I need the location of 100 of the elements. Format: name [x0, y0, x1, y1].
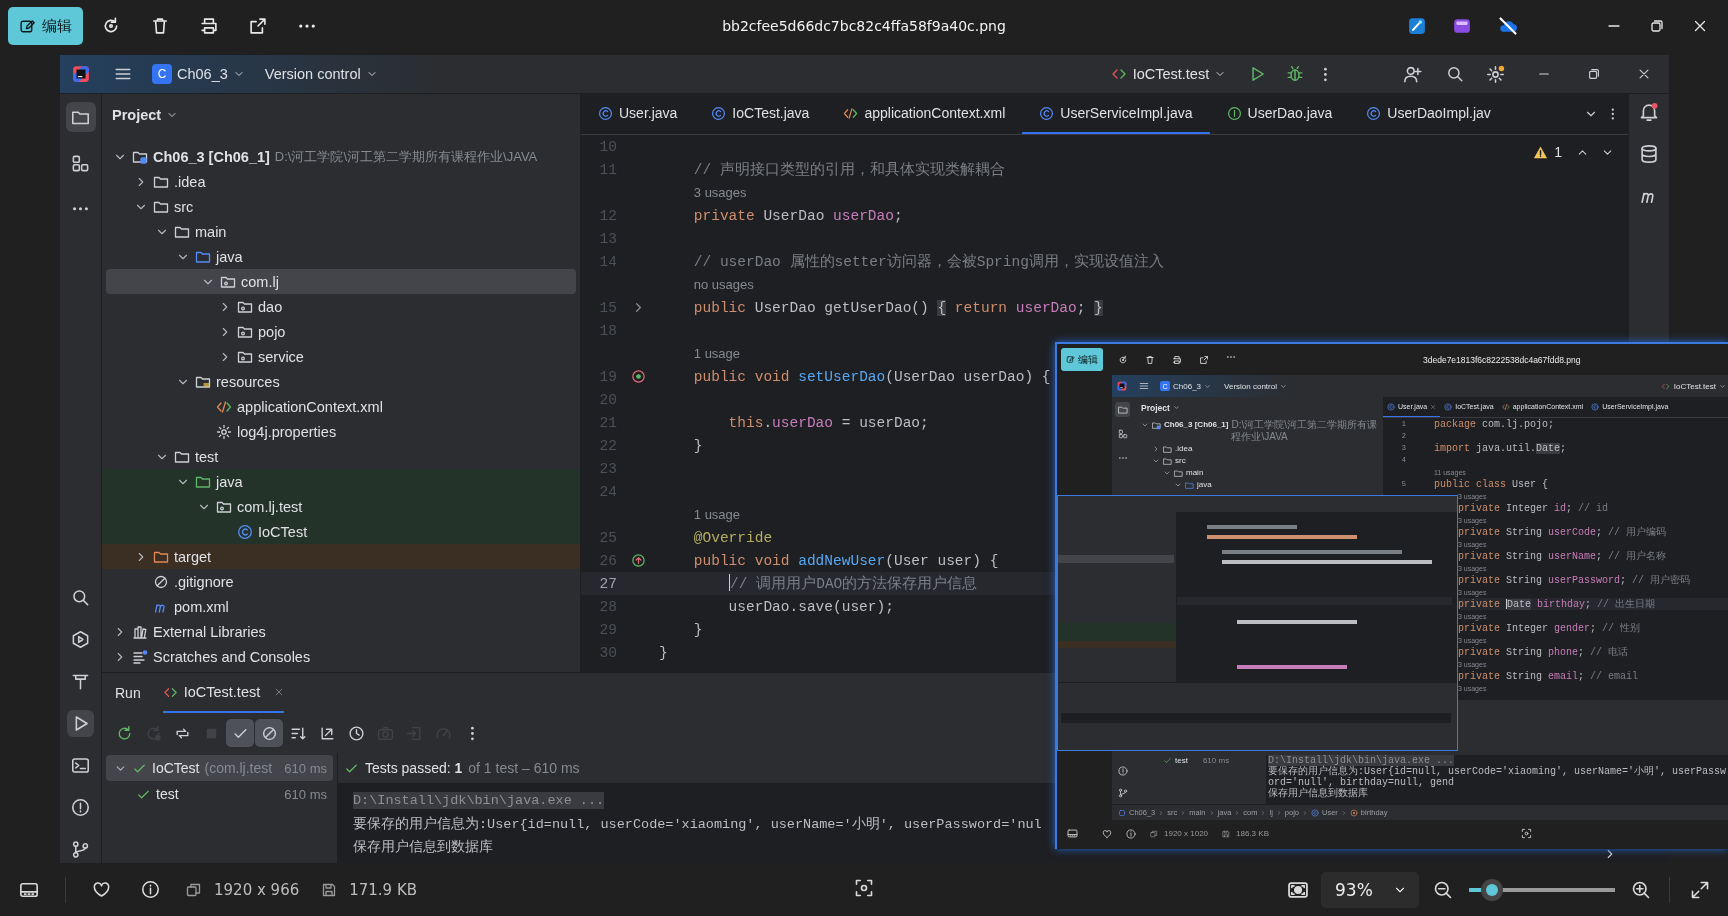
- run-config-dropdown[interactable]: IoCTest.test: [1673, 381, 1726, 391]
- tree-item[interactable]: Ch06_3 [Ch06_1] D:\河工学院\河工第二学期所有课程作业\JAVA: [1133, 419, 1383, 443]
- more-icon[interactable]: [1322, 65, 1329, 83]
- panel-title[interactable]: Project: [1133, 397, 1383, 418]
- editor-tab[interactable]: applicationContext.xml: [826, 94, 1023, 134]
- delete-icon[interactable]: [1145, 354, 1155, 365]
- app-logo-icon[interactable]: [72, 65, 90, 83]
- tree-item[interactable]: .idea: [1133, 443, 1383, 455]
- tree-item[interactable]: resources: [102, 369, 580, 394]
- toolbar-button[interactable]: [255, 719, 283, 747]
- tree-item[interactable]: java: [102, 244, 580, 269]
- tree-item[interactable]: applicationContext.xml: [102, 394, 580, 419]
- terminal-icon: [71, 756, 90, 775]
- heart-icon[interactable]: [92, 880, 111, 899]
- cloud-icon[interactable]: [1498, 16, 1518, 36]
- fullscreen-icon[interactable]: [1690, 879, 1710, 900]
- tree-item[interactable]: target: [102, 544, 580, 569]
- edit-button[interactable]: 编辑: [8, 7, 83, 45]
- settings-icon[interactable]: [1486, 64, 1505, 84]
- tree-item[interactable]: log4j.properties: [102, 419, 580, 444]
- editor-tab[interactable]: User.java: [581, 94, 695, 134]
- test-tree-item[interactable]: test 610 ms: [1133, 755, 1266, 767]
- search-icon[interactable]: [1446, 65, 1464, 83]
- add-person-icon[interactable]: [1403, 64, 1422, 84]
- tool-window-button[interactable]: [1116, 764, 1129, 777]
- database-icon[interactable]: [1639, 144, 1659, 164]
- toolbar-button[interactable]: [226, 719, 254, 747]
- share-icon[interactable]: [1199, 354, 1209, 365]
- info-icon[interactable]: [141, 880, 160, 899]
- rotate-icon[interactable]: [1118, 354, 1128, 365]
- zoom-out-icon[interactable]: [1433, 879, 1453, 900]
- tree-item[interactable]: src: [102, 194, 580, 219]
- tree-item[interactable]: main: [102, 219, 580, 244]
- tree-item[interactable]: src: [1133, 455, 1383, 467]
- editor-tab[interactable]: IoCTest.java: [694, 94, 827, 134]
- printer-icon[interactable]: [1172, 354, 1182, 365]
- chevron-right-icon[interactable]: [1152, 445, 1160, 453]
- share-icon[interactable]: [248, 16, 268, 36]
- editor-tab[interactable]: UserDaoImpl.jav: [1349, 94, 1508, 134]
- tree-item[interactable]: java: [102, 469, 580, 494]
- test-tree-item[interactable]: test 610 ms: [106, 781, 333, 807]
- printer-icon[interactable]: [199, 16, 219, 36]
- slider-thumb[interactable]: [1481, 878, 1504, 901]
- maximize-icon[interactable]: [1649, 18, 1665, 34]
- app-logo-icon[interactable]: [1117, 381, 1127, 391]
- close-icon[interactable]: [1637, 67, 1651, 81]
- tree-item[interactable]: pom.xml: [102, 594, 580, 619]
- usage-hint[interactable]: no usages: [693, 277, 754, 292]
- tree-item[interactable]: .gitignore: [102, 569, 580, 594]
- implementation-marker-icon[interactable]: [630, 369, 646, 384]
- tree-item[interactable]: Ch06_3 [Ch06_1] D:\河工学院\河工第二学期所有课程作业\JAVA: [102, 144, 580, 169]
- edit-button[interactable]: 编辑: [1061, 348, 1103, 371]
- panel-title[interactable]: Project: [102, 94, 580, 135]
- usage-hint[interactable]: 1 usage: [693, 507, 741, 522]
- tree-item[interactable]: test: [102, 444, 580, 469]
- tree-item[interactable]: java: [1133, 479, 1383, 491]
- tool-window-button[interactable]: [1116, 786, 1129, 799]
- zoom-in-icon[interactable]: [1631, 879, 1651, 900]
- project-dropdown[interactable]: C Ch06_3: [152, 64, 245, 84]
- scan-icon[interactable]: [1520, 828, 1532, 839]
- maximize-icon[interactable]: [1587, 67, 1601, 81]
- notifications-icon[interactable]: [1639, 102, 1659, 122]
- debug-icon[interactable]: [1286, 65, 1305, 83]
- tree-item[interactable]: service: [102, 344, 580, 369]
- tool-window-button[interactable]: [65, 102, 96, 132]
- delete-icon[interactable]: [150, 16, 170, 36]
- vcs-dropdown[interactable]: Version control: [264, 66, 378, 82]
- tree-item[interactable]: pojo: [102, 319, 580, 344]
- brush-app-icon[interactable]: [1408, 17, 1426, 35]
- zoom-dropdown[interactable]: 93%: [1321, 871, 1419, 908]
- tree-item[interactable]: dao: [102, 294, 580, 319]
- tool-window-button[interactable]: [67, 710, 94, 737]
- scan-icon[interactable]: [854, 877, 874, 898]
- more-icon[interactable]: [1610, 107, 1616, 121]
- tree-item[interactable]: com.lj: [106, 269, 576, 294]
- override-marker-icon[interactable]: [630, 553, 646, 568]
- tree-item[interactable]: .idea: [102, 169, 580, 194]
- tree-item[interactable]: Scratches and Consoles: [102, 644, 580, 669]
- app-icon[interactable]: [1453, 17, 1471, 35]
- filmstrip-icon[interactable]: [1067, 828, 1078, 839]
- usage-hint[interactable]: 1 usage: [693, 346, 741, 361]
- info-icon[interactable]: [1126, 828, 1136, 839]
- tree-item[interactable]: IoCTest: [102, 519, 580, 544]
- vcs-dropdown[interactable]: Version control: [1224, 381, 1287, 391]
- editor-tab[interactable]: UserServiceImpl.java: [1022, 94, 1210, 134]
- tree-item[interactable]: External Libraries: [102, 619, 580, 644]
- usage-hint[interactable]: 3 usages: [693, 185, 747, 200]
- more-icon[interactable]: [297, 22, 317, 30]
- menu-icon[interactable]: [1139, 381, 1149, 391]
- test-tree-item[interactable]: IoCTest (com.lj.test 610 ms: [106, 755, 333, 781]
- run-config-dropdown[interactable]: IoCTest.test: [1132, 66, 1227, 82]
- file-size: 171.9 KB: [349, 880, 418, 899]
- run-tab[interactable]: IoCTest.test: [162, 673, 285, 713]
- tool-window-button[interactable]: [1115, 402, 1130, 417]
- tree-item[interactable]: com.lj.test: [102, 494, 580, 519]
- warning-count[interactable]: 1: [1554, 144, 1562, 160]
- close-icon[interactable]: [1692, 18, 1708, 34]
- editor-tab[interactable]: UserDao.java: [1209, 94, 1350, 134]
- tree-item[interactable]: main: [1133, 467, 1383, 479]
- heart-icon[interactable]: [1102, 828, 1112, 839]
